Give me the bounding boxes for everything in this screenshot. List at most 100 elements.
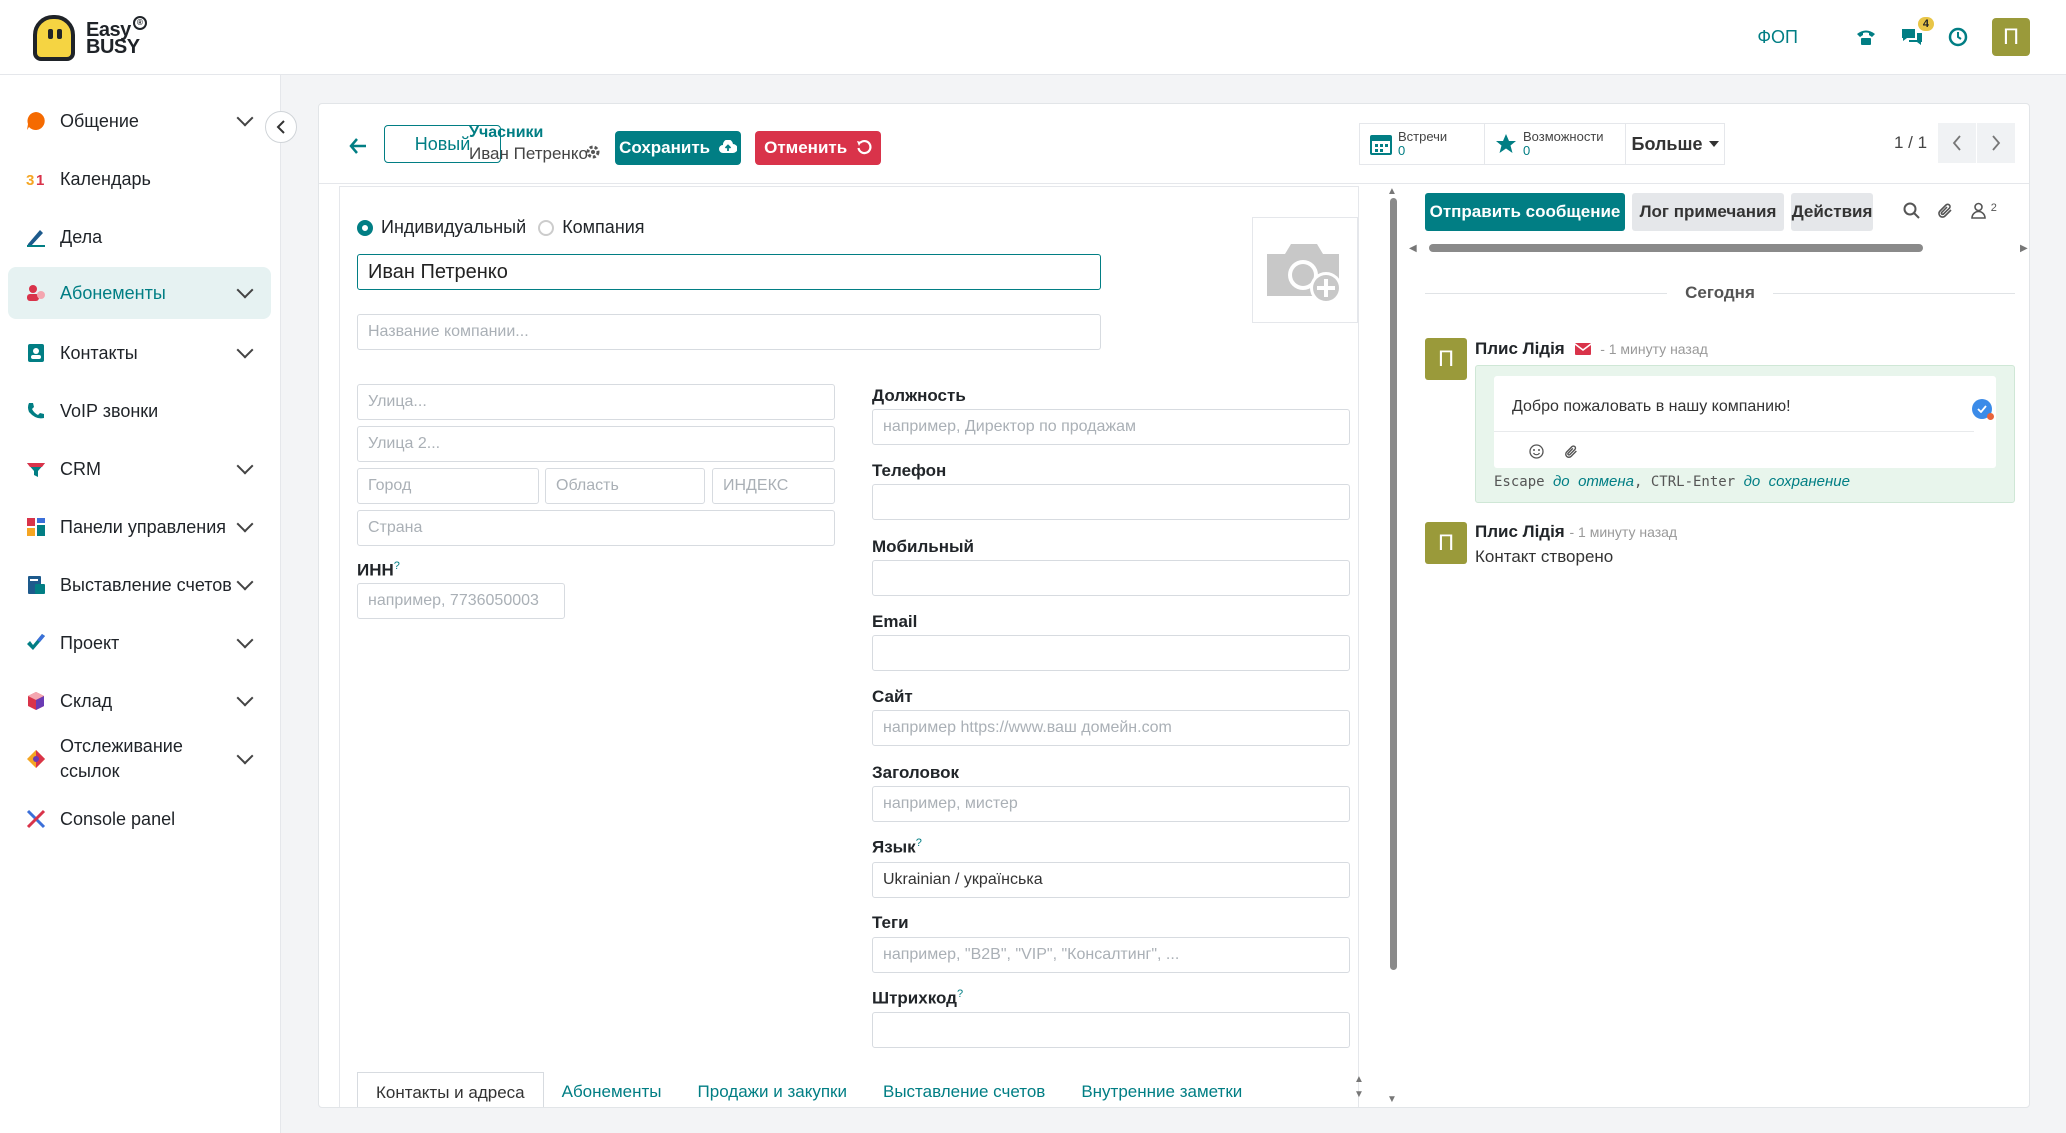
cancel-button[interactable]: Отменить <box>755 131 881 165</box>
followers-button[interactable]: 2 <box>1971 202 1997 224</box>
opportunities-smart-button[interactable]: Возможности 0 <box>1484 123 1626 165</box>
camera-plus-icon <box>1267 244 1342 304</box>
radio-individual-label[interactable]: Индивидуальный <box>381 217 526 238</box>
partner-photo-upload[interactable] <box>1252 217 1358 323</box>
message-time: - 1 минуту назад <box>1600 341 1708 357</box>
undo-icon <box>856 140 872 155</box>
more-dropdown-button[interactable]: Больше <box>1625 123 1725 165</box>
job-position-input[interactable]: например, Директор по продажам <box>872 409 1350 445</box>
tab-contacts-addresses[interactable]: Контакты и адреса <box>357 1072 544 1107</box>
sidebar-item-crm[interactable]: CRM <box>8 443 271 495</box>
phone-input[interactable] <box>872 484 1350 520</box>
send-message-button[interactable]: Отправить сообщение <box>1425 193 1625 231</box>
tab-subscriptions[interactable]: Абонементы <box>544 1072 680 1107</box>
activity-clock-icon[interactable] <box>1946 25 1970 49</box>
tags-input[interactable]: например, "B2B", "VIP", "Консалтинг", ..… <box>872 937 1350 973</box>
control-panel: Новый Учасники Иван Петренко Сохранить О… <box>319 104 2029 184</box>
easybusy-logo[interactable]: Easy BUSY ® <box>33 13 173 63</box>
country-input[interactable]: Страна <box>357 510 835 546</box>
breadcrumb-parent[interactable]: Учасники <box>469 124 543 142</box>
tab-invoicing[interactable]: Выставление счетов <box>865 1072 1063 1107</box>
hscroll-left-arrow-icon[interactable]: ◀ <box>1409 243 1417 254</box>
website-input[interactable]: например https://www.ваш домейн.com <box>872 710 1350 746</box>
tab-sales-purchases[interactable]: Продажи и закупки <box>680 1072 865 1107</box>
scroll-down-arrow-icon[interactable]: ▼ <box>1387 1094 1397 1105</box>
message-author-avatar[interactable]: П <box>1425 338 1467 380</box>
mobile-input[interactable] <box>872 560 1350 596</box>
envelope-icon <box>1575 343 1592 355</box>
street2-input[interactable]: Улица 2... <box>357 426 835 462</box>
log-note-button[interactable]: Лог примечания <box>1632 193 1784 231</box>
hint-cancel-link[interactable]: отмена <box>1578 473 1634 490</box>
inn-input[interactable]: например, 7736050003 <box>357 583 565 619</box>
sidebar-item-chat[interactable]: Общение <box>8 95 271 147</box>
sidebar-collapse-button[interactable] <box>265 111 297 143</box>
user-avatar[interactable]: П <box>1992 18 2030 56</box>
activities-button[interactable]: Действия <box>1791 193 1873 231</box>
company-name-input[interactable]: Название компании... <box>357 314 1101 350</box>
checkmark-icon <box>27 634 45 650</box>
search-icon[interactable] <box>1903 202 1920 224</box>
sidebar-item-console-panel[interactable]: Console panel <box>8 793 271 845</box>
form-scrollbar-thumb[interactable] <box>1390 198 1397 970</box>
zip-input[interactable]: ИНДЕКС <box>712 468 835 504</box>
radio-individual[interactable] <box>357 219 373 236</box>
barcode-input[interactable] <box>872 1012 1350 1048</box>
email-input[interactable] <box>872 635 1350 671</box>
chat-count-badge: 4 <box>1917 17 1934 31</box>
message-editor[interactable]: Добро пожаловать в нашу компанию! <box>1494 376 1996 468</box>
state-input[interactable]: Область <box>545 468 705 504</box>
tabs-scroll-down-icon[interactable]: ▼ <box>1354 1089 1364 1100</box>
messages-icon[interactable]: 4 <box>1900 17 1934 49</box>
title-label: Заголовок <box>872 763 960 782</box>
meetings-smart-button[interactable]: Встречи 0 <box>1359 123 1485 165</box>
sidebar: Общение 31 Календарь Дела Абонементы Кон… <box>0 75 281 1133</box>
radio-company[interactable] <box>538 219 555 236</box>
message-author-avatar[interactable]: П <box>1425 522 1467 564</box>
hint-save-link[interactable]: сохранение <box>1769 473 1850 490</box>
chevron-down-icon <box>236 109 254 127</box>
language-label: Язык? <box>872 837 922 857</box>
voip-phone-icon[interactable] <box>1854 25 1878 49</box>
emoji-icon[interactable] <box>1529 444 1544 463</box>
street-input[interactable]: Улица... <box>357 384 835 420</box>
chatter-hscroll-thumb[interactable] <box>1429 244 1923 252</box>
sidebar-item-calendar[interactable]: 31 Календарь <box>8 153 271 205</box>
gear-icon[interactable] <box>585 144 601 165</box>
pager-value[interactable]: 1 / 1 <box>1894 133 1927 153</box>
sidebar-item-voip[interactable]: VoIP звонки <box>8 385 271 437</box>
pen-icon <box>27 230 45 247</box>
language-select[interactable]: Ukrainian / українська <box>872 862 1350 898</box>
pager-previous-button[interactable] <box>1938 123 1976 163</box>
partner-name-input[interactable]: Иван Петренко <box>357 254 1101 290</box>
save-button[interactable]: Сохранить <box>615 131 741 165</box>
paperclip-icon[interactable] <box>1937 202 1954 224</box>
hscroll-right-arrow-icon[interactable]: ▶ <box>2020 243 2028 254</box>
sidebar-item-subscriptions[interactable]: Абонементы <box>8 267 271 319</box>
message-editor-text[interactable]: Добро пожаловать в нашу компанию! <box>1512 398 1791 416</box>
sidebar-item-link-tracker[interactable]: Отслеживание ссылок <box>8 727 271 791</box>
tab-internal-notes[interactable]: Внутренние заметки <box>1063 1072 1260 1107</box>
chevron-down-icon <box>236 515 254 533</box>
sidebar-item-contacts[interactable]: Контакты <box>8 327 271 379</box>
sidebar-item-invoicing[interactable]: Выставление счетов <box>8 559 271 611</box>
svg-text:3: 3 <box>26 172 34 189</box>
message-author-name[interactable]: Плис Лідія - 1 минуту назад <box>1475 339 1708 359</box>
city-input[interactable]: Город <box>357 468 539 504</box>
sidebar-item-dashboards[interactable]: Панели управления <box>8 501 271 553</box>
top-navbar: Easy BUSY ® ФОП 4 П <box>0 0 2066 75</box>
chevron-left-icon <box>1952 135 1961 151</box>
back-arrow-icon[interactable] <box>349 134 367 160</box>
sidebar-item-tasks[interactable]: Дела <box>8 211 271 263</box>
company-switcher[interactable]: ФОП <box>1757 27 1798 48</box>
radio-company-label[interactable]: Компания <box>562 217 644 238</box>
pager-next-button[interactable] <box>1977 123 2015 163</box>
sidebar-item-inventory[interactable]: Склад <box>8 675 271 727</box>
sidebar-item-project[interactable]: Проект <box>8 617 271 669</box>
tags-label: Теги <box>872 913 909 932</box>
scroll-up-arrow-icon[interactable]: ▲ <box>1387 186 1397 197</box>
title-input[interactable]: например, мистер <box>872 786 1350 822</box>
tabs-scroll-up-icon[interactable]: ▲ <box>1354 1074 1364 1085</box>
message-author-name[interactable]: Плис Лідія - 1 минуту назад <box>1475 522 1677 542</box>
attach-paperclip-icon[interactable] <box>1564 444 1579 463</box>
